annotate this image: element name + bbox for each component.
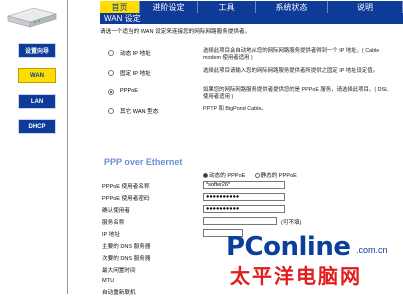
optional-hint: (可不填) [281, 220, 302, 226]
radio-other-wan[interactable] [108, 108, 114, 114]
top-nav: 首页 进阶设定 工具 系统状态 说明 [100, 1, 403, 13]
option-label: PPPoE [120, 88, 139, 94]
radio-static-pppoe[interactable] [254, 173, 260, 179]
section-title: PPP over Ethernet [104, 157, 183, 167]
page-title: WAN 设定 [100, 13, 403, 24]
radio-static-ip[interactable] [108, 70, 114, 76]
logo-text: PConline [226, 232, 351, 262]
confirm-password-field[interactable]: ●●●●●●●●●● [203, 205, 285, 213]
mode-static-label: 静态的 PPPoE [260, 173, 297, 179]
option-dynamic-ip[interactable]: 动态 IP 地址 选择此项目会自动地从您的网际网路服务提供者得到一个 IP 地址… [100, 48, 400, 62]
router-icon [6, 7, 58, 28]
sidebar: 设置向导 WAN LAN DHCP [0, 0, 68, 294]
field-label: PPPoE 使用者密码 [102, 196, 150, 202]
radio-dynamic-pppoe[interactable] [203, 173, 208, 179]
sidebar-item-wizard[interactable]: 设置向导 [18, 43, 56, 58]
tab-status[interactable]: 系统状态 [256, 1, 328, 13]
field-label: MTU [102, 278, 115, 284]
sidebar-item-lan[interactable]: LAN [18, 94, 56, 109]
option-static-ip[interactable]: 固定 IP 地址 选择此项目请输入您的网际网路服务提供者所提供之固定 IP 地址… [100, 68, 400, 82]
pppoe-mode: 动态的 PPPoE 静态的 PPPoE [203, 171, 297, 181]
tab-help[interactable]: 说明 [328, 1, 403, 13]
tab-tools[interactable]: 工具 [198, 1, 256, 13]
option-description: 选择此项目会自动地从您的网际网路服务提供者得到一个 IP 地址。( Cable … [203, 48, 380, 61]
radio-dynamic-ip[interactable] [108, 50, 114, 56]
option-label: 动态 IP 地址 [120, 51, 151, 57]
logo-chinese: 太平洋电脑网 [230, 264, 362, 288]
option-label: 固定 IP 地址 [120, 71, 151, 77]
option-description: 如果您的网际网路服务提供者提供您的是 PPPoE 服务，请选择此项目。( DSL… [203, 87, 388, 100]
field-label: 次要的 DNS 服务器 [102, 256, 151, 262]
field-label: 最大闲置时间 [102, 268, 136, 274]
field-label: 服务名称 [102, 220, 125, 226]
tab-home[interactable]: 首页 [100, 1, 140, 13]
field-label: 主要的 DNS 服务器 [102, 244, 151, 250]
option-pppoe[interactable]: PPPoE 如果您的网际网路服务提供者提供您的是 PPPoE 服务，请选择此项目… [100, 87, 400, 101]
field-label: 自动重新联机 [102, 290, 136, 296]
pconline-watermark: PConline .com.cn 太平洋电脑网 [226, 232, 398, 294]
username-field[interactable]: *softer26* [203, 181, 285, 189]
password-field[interactable]: ●●●●●●●●●● [203, 193, 285, 201]
option-label: 其它 WAN 型态 [120, 109, 159, 115]
service-name-field[interactable] [203, 217, 277, 225]
option-description: PPTP 和 BigPond Cable。 [203, 106, 267, 112]
option-other-wan[interactable]: 其它 WAN 型态 PPTP 和 BigPond Cable。 [100, 106, 400, 120]
mode-dynamic-label: 动态的 PPPoE [209, 173, 246, 179]
field-label: 确认使用者 [102, 208, 130, 214]
sidebar-item-dhcp[interactable]: DHCP [18, 119, 56, 134]
tab-advanced[interactable]: 进阶设定 [140, 1, 198, 13]
field-label: IP 地址 [102, 232, 120, 238]
sidebar-item-wan[interactable]: WAN [18, 68, 56, 83]
radio-pppoe[interactable] [108, 89, 114, 95]
logo-domain: .com.cn [356, 245, 388, 255]
intro-text: 请选一个适当的 WAN 设定来连接您的网际网路服务提供者。 [100, 29, 251, 35]
option-description: 选择此项目请输入您的网际网路服务提供者所提供之固定 IP 地址设定值。 [203, 68, 379, 74]
field-label: PPPoE 使用者名称 [102, 184, 150, 190]
